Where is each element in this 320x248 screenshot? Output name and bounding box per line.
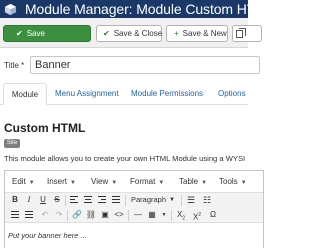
save-button[interactable]: ✔ Save: [3, 25, 91, 42]
caret-down-icon: ▼: [240, 180, 247, 186]
bold-icon[interactable]: B: [9, 194, 21, 206]
tab-options[interactable]: Options: [218, 83, 246, 105]
menu-insert[interactable]: Insert ▼: [47, 177, 76, 186]
module-description: This module allows you to create your ow…: [4, 154, 246, 163]
table-icon[interactable]: ▦: [146, 209, 158, 221]
section-title: Custom HTML: [4, 121, 86, 135]
image-icon[interactable]: ▣: [99, 209, 111, 221]
caret-down-icon: ▼: [28, 180, 35, 186]
save-close-button[interactable]: ✔ Save & Close: [96, 25, 162, 42]
format-select[interactable]: Paragraph ▼: [129, 194, 177, 206]
page-title: Module Manager: Module Custom HTML: [25, 1, 275, 17]
toolbar-divider: [181, 195, 182, 206]
save-close-label: Save & Close: [113, 29, 163, 38]
menu-table-label: Table: [179, 177, 199, 186]
strikethrough-icon[interactable]: S: [51, 194, 63, 206]
caret-down-icon: ▼: [158, 180, 165, 186]
save-as-copy-button[interactable]: [232, 25, 262, 42]
align-left-icon[interactable]: [68, 194, 80, 206]
caret-down-icon: ▼: [111, 180, 118, 186]
editor-content[interactable]: Put your banner here ...: [8, 231, 87, 240]
link-icon[interactable]: 🔗: [71, 209, 83, 221]
toolbar-divider: [171, 210, 172, 221]
indent-icon[interactable]: [23, 209, 35, 221]
toolbar-divider: [125, 195, 126, 206]
caret-down-icon: ▼: [201, 180, 208, 186]
horizontal-rule-icon[interactable]: —: [132, 209, 144, 221]
undo-icon[interactable]: ↶: [39, 209, 51, 221]
caret-down-icon[interactable]: ▼: [158, 209, 170, 221]
menu-view[interactable]: View ▼: [91, 177, 117, 186]
editor-toolbar-row-2: ↶ ↷ 🔗 ⛓ ▣ <> — ▦ ▼ X2 X2 Ω: [5, 208, 263, 223]
tab-menu-assignment[interactable]: Menu Assignment: [55, 83, 119, 105]
unlink-icon[interactable]: ⛓: [85, 209, 97, 221]
align-justify-icon[interactable]: [110, 194, 122, 206]
align-center-icon[interactable]: [82, 194, 94, 206]
omega-icon[interactable]: Ω: [207, 209, 219, 221]
toolbar-divider: [128, 210, 129, 221]
bullet-list-icon[interactable]: ☰: [185, 194, 197, 206]
caret-down-icon: ▼: [169, 197, 175, 203]
tab-module[interactable]: Module: [3, 83, 47, 105]
numbered-list-icon[interactable]: ☷: [201, 194, 213, 206]
save-new-button[interactable]: + Save & New: [166, 25, 228, 42]
check-icon: ✔: [103, 29, 110, 38]
menu-edit[interactable]: Edit ▼: [12, 177, 35, 186]
align-right-icon[interactable]: [96, 194, 108, 206]
toolbar: ✔ Save ✔ Save & Close + Save & New: [0, 18, 262, 48]
code-icon[interactable]: <>: [113, 209, 125, 221]
wysiwyg-editor: Edit ▼ Insert ▼ View ▼ Format ▼ Table ▼ Tools…: [4, 170, 264, 248]
copy-icon: [236, 28, 246, 38]
tab-bar: Module Menu Assignment Module Permission…: [0, 83, 248, 105]
editor-toolbar-row-1: B I U S Paragraph ▼ ☰ ☷: [5, 193, 263, 208]
plus-icon: +: [174, 29, 179, 38]
save-label: Save: [26, 29, 45, 38]
joomla-cube-icon: [4, 3, 17, 16]
redo-icon[interactable]: ↷: [53, 209, 65, 221]
check-icon: ✔: [16, 29, 23, 38]
underline-icon[interactable]: U: [37, 194, 49, 206]
toolbar-divider: [67, 210, 68, 221]
menu-format[interactable]: Format ▼: [130, 177, 164, 186]
title-input[interactable]: [30, 56, 260, 74]
site-badge: Site: [4, 139, 20, 148]
menu-insert-label: Insert: [47, 177, 68, 186]
menu-tools[interactable]: Tools ▼: [219, 177, 247, 186]
outdent-icon[interactable]: [9, 209, 21, 221]
superscript-icon[interactable]: X2: [191, 209, 203, 222]
editor-menubar: Edit ▼ Insert ▼ View ▼ Format ▼ Table ▼ Tools…: [5, 171, 263, 193]
format-select-value: Paragraph: [131, 195, 167, 204]
toolbar-divider: [65, 195, 66, 206]
caret-down-icon: ▼: [70, 180, 76, 186]
title-label: Title *: [4, 61, 25, 70]
menu-view-label: View: [91, 177, 109, 186]
subscript-icon[interactable]: X2: [175, 209, 187, 222]
menu-table[interactable]: Table ▼: [179, 177, 207, 186]
menu-tools-label: Tools: [219, 177, 238, 186]
menu-format-label: Format: [130, 177, 156, 186]
tab-module-permissions[interactable]: Module Permissions: [131, 83, 203, 105]
italic-icon[interactable]: I: [23, 194, 35, 206]
save-new-label: Save & New: [182, 29, 227, 38]
app-header: Module Manager: Module Custom HTML: [0, 0, 275, 18]
menu-edit-label: Edit: [12, 177, 26, 186]
